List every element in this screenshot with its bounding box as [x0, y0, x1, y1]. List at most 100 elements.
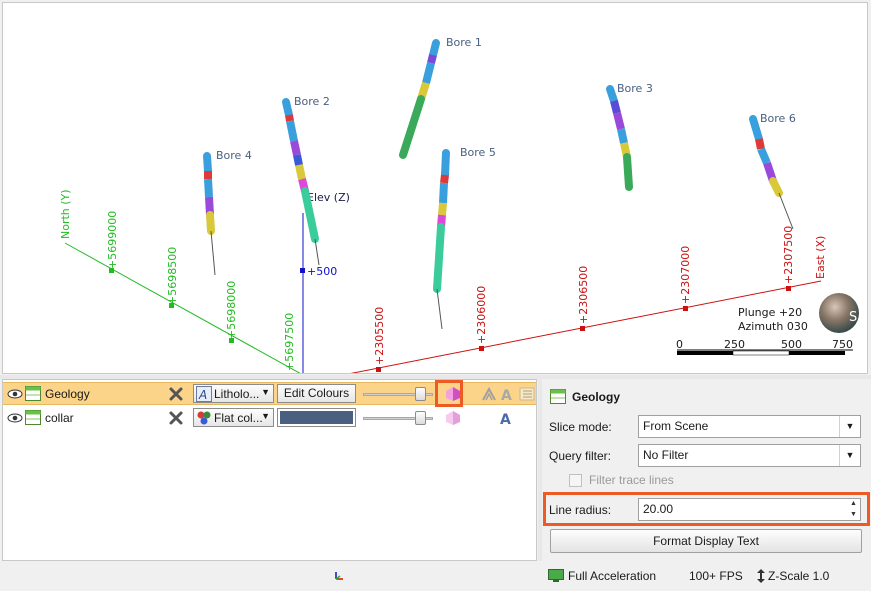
scene-viewport[interactable]: North (Y) +5699000 +5698500 +5698000 +56… — [2, 2, 868, 374]
slice-mode-select[interactable]: From Scene ▼ — [638, 415, 861, 438]
elev-tick-label: +500 — [307, 265, 337, 278]
svg-text:A: A — [198, 388, 207, 402]
north-tick-label: +5697500 — [283, 313, 296, 371]
status-bar: Full Acceleration 100+ FPS Z-Scale 1.0 — [0, 563, 871, 591]
remove-icon[interactable] — [168, 386, 184, 402]
acceleration-text: Full Acceleration — [568, 569, 657, 583]
scale-bar: 0 250 500 750 — [676, 338, 853, 356]
chevron-down-icon: ▼ — [839, 445, 860, 466]
scale-label: 750 — [832, 338, 853, 351]
slice-mode-label: Slice mode: — [549, 420, 612, 434]
east-tick-mark — [683, 306, 688, 311]
zscale-text: Z-Scale 1.0 — [768, 569, 830, 583]
scene-canvas[interactable]: North (Y) +5699000 +5698500 +5698000 +56… — [3, 3, 868, 374]
filter-trace-label: Filter trace lines — [589, 473, 674, 487]
query-filter-label: Query filter: — [549, 449, 612, 463]
bore-2[interactable]: Bore 2 — [282, 95, 330, 266]
query-filter-select[interactable]: No Filter ▼ — [638, 444, 861, 467]
properties-title-text: Geology — [572, 389, 621, 404]
bore-label: Bore 4 — [216, 149, 252, 162]
scene-layers-list: Geology A Litholo... ▼ Edit Colours A co… — [2, 379, 537, 561]
svg-text:A: A — [501, 388, 512, 402]
shading-icon[interactable] — [444, 409, 462, 427]
bore-label: Bore 1 — [446, 36, 482, 49]
table-icon — [25, 410, 41, 425]
scale-label: 250 — [724, 338, 745, 351]
profile-icon[interactable] — [481, 386, 497, 402]
layer-row-collar[interactable]: collar Flat col... ▼ A — [3, 406, 536, 429]
north-tick-label: +5699000 — [106, 211, 119, 269]
transparency-slider[interactable] — [361, 386, 435, 402]
eye-icon[interactable] — [7, 388, 23, 400]
east-tick-mark — [479, 346, 484, 351]
text-label-icon[interactable]: A — [499, 410, 515, 426]
table-icon — [550, 389, 566, 404]
azimuth-readout: Azimuth 030 — [738, 320, 808, 333]
east-tick-mark — [786, 286, 791, 291]
properties-panel: Geology Slice mode: From Scene ▼ Query f… — [542, 379, 871, 561]
east-tick-label: +2306000 — [475, 286, 488, 344]
bore-3[interactable]: Bore 3 — [606, 82, 653, 191]
bore-1[interactable]: Bore 1 — [399, 36, 482, 159]
filter-trace-checkbox[interactable] — [569, 474, 582, 487]
flat-colour-icon — [197, 411, 211, 424]
plunge-readout: Plunge +20 — [738, 306, 802, 319]
east-tick-label: +2306500 — [577, 266, 590, 324]
edit-colours-button[interactable]: Edit Colours — [277, 384, 356, 403]
svg-text:A: A — [500, 412, 511, 426]
compass-letter: S — [849, 310, 857, 325]
bore-label: Bore 3 — [617, 82, 653, 95]
query-filter-value: No Filter — [643, 448, 689, 462]
transparency-slider[interactable] — [361, 410, 435, 426]
axes-icon — [335, 572, 343, 580]
east-tick-label: +2307500 — [782, 226, 795, 284]
east-axis-label: East (X) — [814, 236, 827, 279]
layer-name: collar — [45, 410, 74, 425]
colour-style-dropdown[interactable]: Flat col... ▼ — [193, 408, 274, 427]
orientation-sphere-icon[interactable]: S — [819, 293, 859, 333]
slider-thumb[interactable] — [414, 410, 426, 425]
east-tick-label: +2305500 — [373, 307, 386, 365]
slice-mode-value: From Scene — [643, 419, 709, 433]
fps-text: 100+ FPS — [689, 569, 743, 583]
elev-tick-mark — [300, 268, 305, 273]
legend-icon[interactable] — [519, 386, 535, 402]
text-label-icon[interactable]: A — [499, 386, 515, 402]
bore-4[interactable]: Bore 4 — [203, 149, 252, 276]
properties-title: Geology — [550, 389, 620, 404]
scale-label: 500 — [781, 338, 802, 351]
zscale-status[interactable]: Z-Scale 1.0 — [756, 569, 829, 583]
format-display-text-button[interactable]: Format Display Text — [550, 529, 862, 553]
bore-label: Bore 2 — [294, 95, 330, 108]
colour-swatch[interactable] — [277, 408, 356, 427]
bore-6[interactable]: Bore 6 — [749, 112, 796, 230]
chevron-down-icon: ▼ — [839, 416, 860, 437]
colour-style-value: Litholo... — [214, 386, 260, 401]
vertical-arrows-icon — [757, 569, 765, 583]
layer-name: Geology — [45, 386, 90, 401]
remove-icon[interactable] — [168, 410, 184, 426]
eye-icon[interactable] — [7, 412, 23, 424]
fps-status: 100+ FPS — [689, 569, 743, 583]
east-tick-label: +2307000 — [679, 246, 692, 304]
text-style-icon: A — [196, 385, 212, 402]
bore-label: Bore 5 — [460, 146, 496, 159]
line-radius-highlight — [543, 492, 870, 526]
chevron-down-icon: ▼ — [261, 411, 270, 421]
bore-label: Bore 6 — [760, 112, 796, 125]
colour-style-value: Flat col... — [214, 410, 263, 425]
east-tick-mark — [580, 326, 585, 331]
north-tick-label: +5698500 — [166, 247, 179, 305]
north-axis-line — [64, 242, 301, 373]
chevron-down-icon: ▼ — [261, 387, 270, 397]
acceleration-status: Full Acceleration — [548, 569, 656, 583]
slider-thumb[interactable] — [414, 386, 426, 401]
scale-label: 0 — [676, 338, 683, 351]
north-tick-label: +5698000 — [225, 281, 238, 339]
east-tick-mark — [376, 367, 381, 372]
colour-style-dropdown[interactable]: A Litholo... ▼ — [193, 384, 274, 403]
north-axis-label: North (Y) — [59, 189, 72, 239]
elev-axis-label: Elev (Z) — [307, 191, 350, 204]
table-icon — [25, 386, 41, 401]
shading-highlight — [435, 380, 463, 407]
